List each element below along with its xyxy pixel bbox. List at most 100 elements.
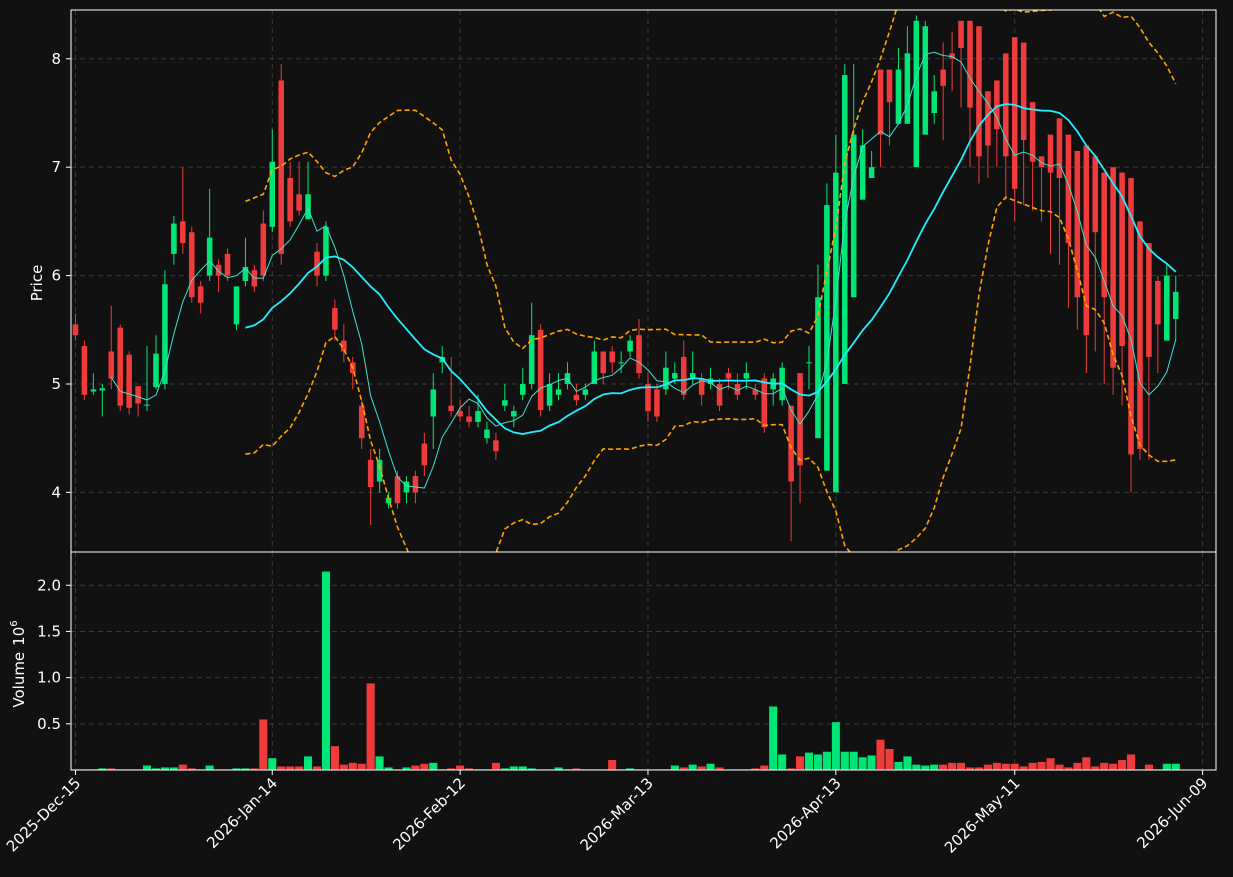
volume-bar (267, 757, 277, 770)
candle-body (618, 362, 624, 364)
candle-body (1101, 172, 1107, 298)
volume-bar (706, 763, 716, 770)
candle-body (743, 373, 750, 379)
candle (528, 302, 535, 390)
candle (1146, 243, 1152, 460)
volume-bar (697, 766, 707, 770)
candle-body (1029, 102, 1036, 162)
volume-bar (893, 761, 903, 770)
volume-bar (867, 755, 877, 770)
candle (1101, 172, 1107, 384)
volume-bar (178, 764, 188, 770)
candle-body (72, 324, 79, 336)
candle (895, 47, 902, 124)
candle-body (537, 329, 544, 410)
volume-exponent-power: 6 (9, 620, 20, 626)
candle-body (403, 481, 410, 493)
volume-bar (1072, 762, 1082, 770)
volume-bar (1010, 763, 1020, 770)
candle (877, 69, 884, 168)
volume-bar (410, 765, 420, 770)
candle (788, 405, 794, 542)
volume-bar (1144, 764, 1154, 770)
candle-body (90, 389, 97, 392)
candle (752, 383, 759, 401)
candle-body (600, 351, 607, 374)
candle-body (788, 405, 794, 482)
candle (421, 432, 428, 477)
candle-body (931, 91, 937, 113)
candle (171, 215, 177, 265)
candle (484, 421, 490, 444)
candle (645, 373, 651, 422)
candle-body (672, 373, 678, 379)
price-panel: 4 5 6 7 8 (51, 9, 1217, 553)
volume-bar (312, 766, 322, 770)
bollinger-lower-line (245, 196, 1176, 552)
candle-body (761, 378, 768, 428)
candle-body (913, 20, 920, 168)
candle-body (475, 411, 481, 422)
candle (305, 161, 311, 220)
candle (734, 373, 741, 401)
candle-body (725, 373, 732, 379)
candle (1065, 134, 1072, 309)
volume-panel: 0.5 1.0 1.5 2.0 (37, 551, 1217, 771)
volume-bar (929, 764, 939, 770)
volume-bar (840, 751, 850, 770)
x-tick-label: 2026-May-11 (941, 774, 1024, 857)
volume-bar (330, 745, 340, 770)
candle-body (215, 264, 222, 276)
volume-bar (1037, 761, 1047, 770)
volume-bar (983, 764, 993, 770)
candle-body (511, 411, 517, 417)
candle-body (904, 53, 911, 124)
volume-bar (813, 754, 823, 770)
x-axis: 2025-Dec-15 2026-Jan-14 2026-Feb-12 2026-Ma… (3, 770, 1211, 857)
candle (564, 362, 571, 390)
candle-body (1137, 221, 1143, 450)
volume-axis-label: Volume 106 (9, 620, 28, 707)
volume-bar (1046, 757, 1055, 770)
candle (1020, 42, 1027, 206)
candle-body (555, 389, 562, 395)
x-tick-label: 2025-Dec-15 (3, 774, 84, 855)
candle (591, 340, 598, 384)
candle-body (663, 367, 669, 390)
candle (430, 373, 437, 450)
candle (358, 400, 365, 450)
candle (573, 383, 580, 406)
chart-svg: 4 5 6 7 8 0.5 1.0 1.5 2.0 2025-Dec-15 2026-Jan-1… (3, 9, 1217, 857)
volume-bar (759, 765, 769, 770)
candle (1172, 275, 1179, 341)
candle (493, 432, 499, 460)
candle (859, 129, 866, 200)
volume-bar (509, 766, 519, 770)
volume-bar (285, 766, 295, 770)
volume-bar (902, 755, 912, 770)
candle-body (153, 353, 159, 388)
candle (287, 161, 293, 227)
candle (206, 188, 213, 281)
candle-body (958, 20, 964, 48)
candle (815, 264, 821, 439)
volume-bar (822, 751, 832, 770)
candle (949, 31, 955, 92)
candle-body (421, 443, 428, 466)
candle-body (206, 237, 213, 276)
candle-body (1110, 167, 1116, 368)
x-tick-label: 2026-Jan-14 (203, 774, 281, 852)
candle-body (117, 327, 123, 406)
candle (546, 373, 553, 412)
candle (502, 383, 508, 412)
candle-body (430, 389, 437, 417)
candle-body (108, 351, 115, 379)
candle (197, 281, 204, 314)
candle (188, 226, 195, 303)
candle-body (1146, 243, 1152, 357)
candle (341, 324, 347, 363)
volume-frame (70, 551, 1217, 771)
candle (600, 351, 607, 384)
stock-chart: 4 5 6 7 8 0.5 1.0 1.5 2.0 2025-Dec-15 2026-Jan-1… (0, 0, 1233, 873)
volume-bar (1171, 763, 1181, 770)
